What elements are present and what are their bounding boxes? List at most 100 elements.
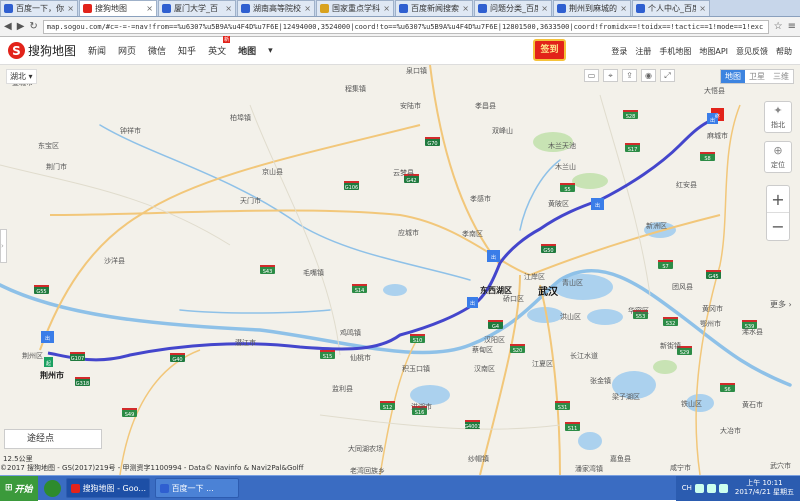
- place-label: 硚口区: [503, 295, 524, 303]
- nav-web[interactable]: 网页: [118, 44, 136, 57]
- mobile-map-link[interactable]: 手机地图: [659, 46, 691, 57]
- place-label: 孝感市: [470, 194, 491, 203]
- highway-shield: S49: [122, 408, 137, 418]
- reload-icon[interactable]: ↻: [29, 21, 37, 32]
- highway-shield: S31: [555, 401, 570, 411]
- feedback-link[interactable]: 意见反馈: [736, 46, 768, 57]
- browser-tab[interactable]: 百度一下，你 ×: [0, 0, 78, 16]
- place-label: 武汉: [538, 285, 559, 298]
- highway-shield: S28: [623, 110, 638, 120]
- map-svg: 出 起 终 出 出 出 出 G70 G4 G42 G50 G45 G55 G107 G318 G…: [0, 65, 792, 475]
- tab-close-icon[interactable]: ×: [462, 4, 469, 13]
- tab-close-icon[interactable]: ×: [146, 4, 153, 13]
- place-label: 洪湖市: [411, 402, 432, 411]
- chrome-quicklaunch-icon[interactable]: [43, 479, 61, 497]
- map-type-map[interactable]: 地图: [721, 70, 745, 83]
- left-panel-handle[interactable]: ›: [0, 229, 7, 263]
- place-label: 东西湖区: [480, 285, 512, 295]
- network-icon[interactable]: [694, 483, 704, 493]
- browser-tab[interactable]: 搜狗地图 ×: [79, 0, 157, 16]
- exit-marker-label: 出: [595, 202, 600, 209]
- browser-tab[interactable]: 问题分类_百度 ×: [474, 0, 552, 16]
- tab-close-icon[interactable]: ×: [67, 4, 74, 13]
- place-label: 梁子湖区: [612, 392, 640, 401]
- waypoint-box[interactable]: 途经点: [4, 429, 102, 449]
- baidu-icon: [159, 483, 169, 493]
- tab-close-icon[interactable]: ×: [541, 4, 548, 13]
- tab-close-icon[interactable]: ×: [304, 4, 311, 13]
- checkin-button[interactable]: 签到: [533, 39, 566, 61]
- more-button[interactable]: 更多 ›: [770, 299, 792, 310]
- share-icon[interactable]: ⇪: [622, 69, 637, 82]
- nav-english[interactable]: 英文 新: [208, 36, 231, 57]
- register-link[interactable]: 注册: [635, 46, 651, 57]
- browser-tab[interactable]: 百度新闻搜索 ×: [395, 0, 473, 16]
- highway-shield-label: S12: [383, 405, 393, 411]
- menu-icon[interactable]: ≡: [788, 21, 796, 32]
- highway-shield: G4001: [464, 420, 481, 430]
- place-label: 长江水道: [570, 351, 598, 360]
- browser-tab[interactable]: 国家重点学科 ×: [316, 0, 394, 16]
- browser-tab[interactable]: 厦门大学_百 ×: [158, 0, 236, 16]
- start-button[interactable]: ⊞ 开始: [0, 475, 38, 501]
- compass-button[interactable]: ✦ 指北: [764, 101, 792, 133]
- tab-favicon-icon: [636, 4, 645, 13]
- tab-close-icon[interactable]: ×: [225, 4, 232, 13]
- task-baidu[interactable]: 百度一下 ...: [154, 478, 239, 498]
- highway-shield-label: G107: [71, 356, 84, 362]
- start-marker-label: 起: [46, 361, 51, 367]
- forward-icon[interactable]: ▶: [17, 21, 25, 32]
- chrome-icon: [70, 483, 80, 493]
- nav-news[interactable]: 新闻: [88, 44, 106, 57]
- region-selector[interactable]: 湖北 ▾: [6, 69, 37, 84]
- address-bar: ◀ ▶ ↻ map.sogou.com/#c=-=-=nav!from==%u6…: [0, 17, 800, 37]
- lake: [587, 309, 623, 325]
- map-canvas[interactable]: 出 起 终 出 出 出 出 G70 G4 G42 G50 G45 G55 G107 G318 G…: [0, 65, 800, 475]
- browser-tab[interactable]: 个人中心_百度 ×: [632, 0, 710, 16]
- tab-title: 厦门大学_百: [174, 4, 218, 13]
- back-icon[interactable]: ◀: [4, 21, 12, 32]
- nav-dropdown-icon[interactable]: ▾: [268, 46, 273, 56]
- nav-map[interactable]: 地图: [238, 44, 256, 57]
- highway-shield-top: [565, 422, 580, 424]
- tab-close-icon[interactable]: ×: [620, 4, 627, 13]
- traffic-icon[interactable]: ◉: [641, 69, 656, 82]
- map-api-link[interactable]: 地图API: [699, 46, 728, 57]
- map-type-3d[interactable]: 三维: [769, 70, 793, 83]
- place-label: 纱帽镇: [468, 454, 489, 463]
- tab-favicon-icon: [241, 4, 250, 13]
- tab-close-icon[interactable]: ×: [699, 4, 706, 13]
- highway-shield: S10: [410, 334, 425, 344]
- clock[interactable]: 上午 10:11 2017/4/21 星期五: [735, 479, 794, 497]
- login-link[interactable]: 登录: [611, 46, 627, 57]
- sogou-logo[interactable]: S 搜狗地图: [8, 42, 76, 59]
- place-label: 红安县: [676, 180, 697, 189]
- nav-zhihu[interactable]: 知乎: [178, 44, 196, 57]
- task-chrome[interactable]: 搜狗地图 - Goo...: [65, 478, 150, 498]
- language-indicator[interactable]: CH: [682, 484, 692, 492]
- help-link[interactable]: 帮助: [776, 46, 792, 57]
- tab-close-icon[interactable]: ×: [383, 4, 390, 13]
- tab-title: 荆州到麻城的: [569, 4, 617, 13]
- place-label: 荆州区: [22, 351, 43, 360]
- locate-button[interactable]: ⊕ 定位: [764, 141, 792, 173]
- star-icon[interactable]: ☆: [774, 21, 783, 32]
- zoom-in-button[interactable]: +: [767, 186, 789, 213]
- ruler-icon[interactable]: ▭: [584, 69, 599, 82]
- highway-shield-top: [510, 344, 525, 346]
- browser-tab[interactable]: 湖南高等院校 ×: [237, 0, 315, 16]
- place-label: 江夏区: [532, 360, 553, 368]
- security-icon[interactable]: [718, 483, 728, 493]
- zoom-out-button[interactable]: −: [767, 213, 789, 240]
- fullscreen-icon[interactable]: ⤢: [660, 69, 675, 82]
- pin-icon[interactable]: ⌖: [603, 69, 618, 82]
- volume-icon[interactable]: [706, 483, 716, 493]
- place-label: 江岸区: [524, 273, 545, 281]
- map-type-satellite[interactable]: 卫星: [745, 70, 769, 83]
- browser-tab[interactable]: 荆州到麻城的 ×: [553, 0, 631, 16]
- url-field[interactable]: map.sogou.com/#c=-=-=nav!from==%u6307%u5…: [42, 19, 769, 34]
- highway-shield-top: [560, 183, 575, 185]
- tab-favicon-icon: [83, 4, 92, 13]
- logo-text: 搜狗地图: [28, 44, 77, 58]
- nav-weixin[interactable]: 微信: [148, 44, 166, 57]
